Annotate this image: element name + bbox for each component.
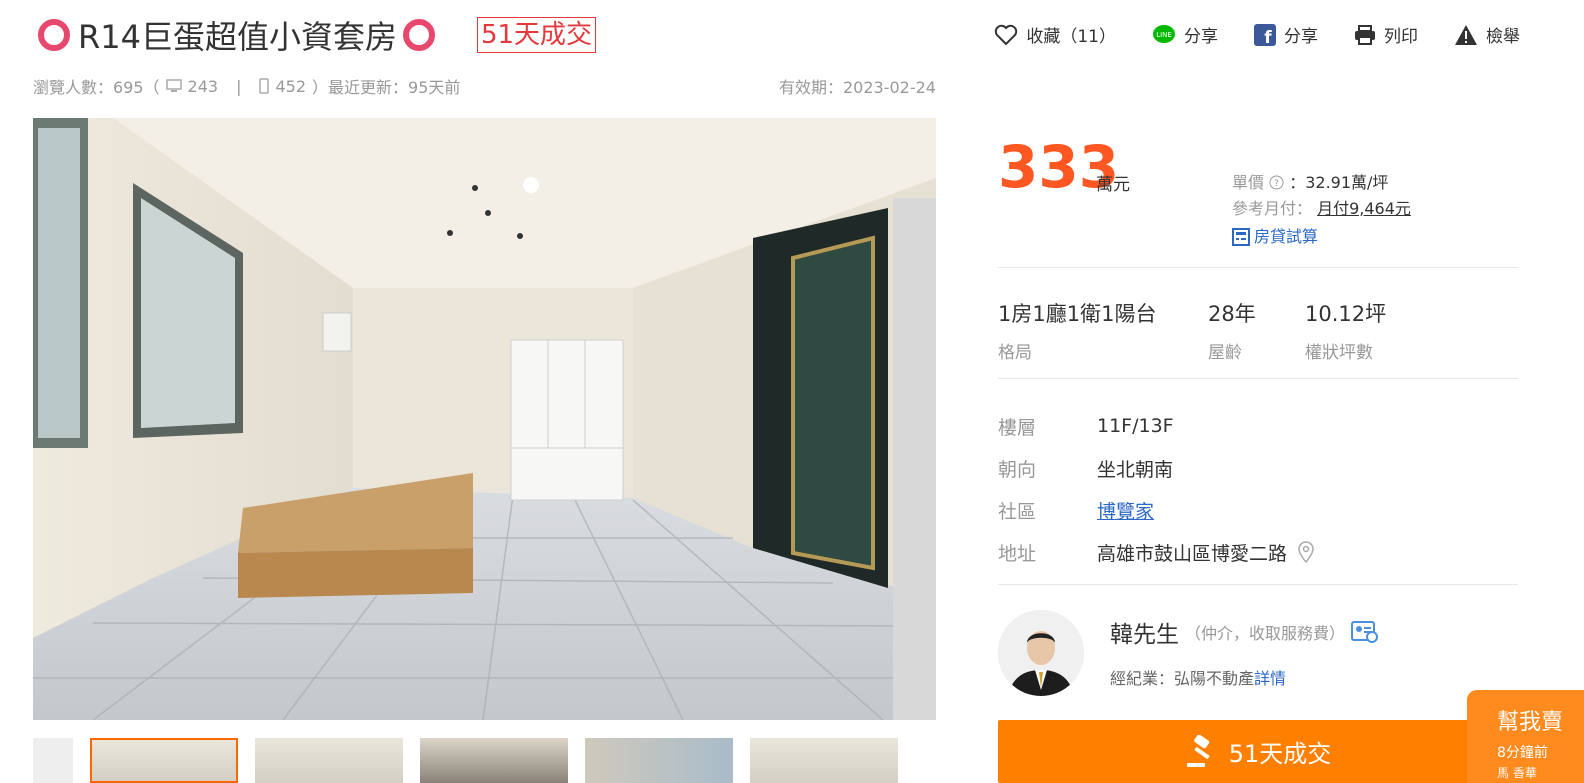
spec-key: 格局 <box>998 343 1032 363</box>
room-photo <box>33 118 936 720</box>
title-row: R14巨蛋超值小資套房 51天成交 <box>36 14 597 56</box>
svg-text:f: f <box>1264 28 1272 46</box>
price-unit: 萬元 <box>1096 175 1130 195</box>
valid-until: 有效期：2023-02-24 <box>779 78 936 97</box>
thumbnail-strip <box>33 738 936 783</box>
circle-icon <box>38 19 70 51</box>
heart-icon <box>995 24 1018 45</box>
spec-age: 28年 屋齡 <box>1208 298 1256 363</box>
report-label: 檢舉 <box>1486 27 1520 47</box>
detail-address: 地址 高雄市鼓山區博愛二路 <box>998 531 1518 573</box>
spec-layout: 1房1廳1衛1陽台 格局 <box>998 298 1156 363</box>
thumbnail[interactable] <box>255 738 403 783</box>
stats-row: 瀏覽人數：695（ 243 | 452 ）最近更新：95天前 有效期：2023-… <box>33 74 936 98</box>
report-button[interactable]: 檢舉 <box>1454 22 1520 47</box>
sold-badge: 51天成交 <box>476 17 597 53</box>
detail-community: 社區 博覽家 <box>998 489 1518 531</box>
last-updated: ）最近更新：95天前 <box>312 78 461 97</box>
details-block: 樓層 11F/13F 朝向 坐北朝南 社區 博覽家 地址 高雄市鼓山區博愛二路 <box>998 379 1518 585</box>
help-icon[interactable]: ? <box>1269 175 1284 190</box>
agent-company: 經紀業：弘陽不動產詳情 <box>1110 665 1286 689</box>
sell-for-me-tab[interactable]: 幫我賣 8分鐘前 馬 香華 <box>1467 690 1584 783</box>
detail-key: 朝向 <box>998 458 1037 481</box>
mobile-icon <box>259 78 270 94</box>
specs-block: 1房1廳1衛1陽台 格局 28年 屋齡 10.12坪 權狀坪數 <box>998 268 1518 379</box>
spec-key: 權狀坪數 <box>1305 343 1373 363</box>
view-count: 瀏覽人數：695（ <box>33 78 160 97</box>
fb-share-label: 分享 <box>1284 27 1318 47</box>
mobile-count: 452 <box>275 76 307 96</box>
spec-value: 1房1廳1衛1陽台 <box>998 302 1157 326</box>
sell-tab-title: 幫我賣 <box>1497 710 1564 735</box>
monthly-payment-link[interactable]: 月付9,464元 <box>1317 199 1411 218</box>
line-share-label: 分享 <box>1184 27 1218 47</box>
agent-block: 韓先生 （仲介，收取服務費） 經紀業：弘陽不動產詳情 <box>998 585 1518 719</box>
detail-key: 社區 <box>998 500 1037 523</box>
unit-price-value: ：32.91萬/坪 <box>1289 173 1389 192</box>
agent-role: （仲介，收取服務費） <box>1185 624 1346 643</box>
agent-name: 韓先生 <box>1110 622 1179 648</box>
price-block: 333 萬元 單價 ? ：32.91萬/坪 參考月付： 月付9,464元 房貸試… <box>998 118 1518 268</box>
detail-value: 坐北朝南 <box>1097 458 1174 481</box>
sold-button[interactable]: 51天成交 <box>998 720 1518 783</box>
price-info: 單價 ? ：32.91萬/坪 參考月付： 月付9,464元 房貸試算 <box>1232 170 1411 250</box>
thumbnail[interactable] <box>90 738 238 783</box>
detail-panel: 333 萬元 單價 ? ：32.91萬/坪 參考月付： 月付9,464元 房貸試… <box>998 118 1518 719</box>
loan-calculator-link[interactable]: 房貸試算 <box>1232 224 1411 250</box>
id-card-icon[interactable] <box>1351 620 1379 644</box>
sell-tab-time: 8分鐘前 <box>1497 745 1548 761</box>
fb-share-button[interactable]: f 分享 <box>1254 22 1318 47</box>
line-icon: LINE <box>1153 24 1175 43</box>
detail-key: 樓層 <box>998 416 1037 439</box>
favorite-label: 收藏（11） <box>1026 27 1116 47</box>
calculator-icon <box>1232 228 1250 246</box>
detail-key: 地址 <box>998 542 1037 565</box>
main-photo[interactable] <box>33 118 936 720</box>
desktop-count: 243 <box>187 76 219 96</box>
stats-separator: | <box>236 76 242 96</box>
spec-value: 10.12坪 <box>1305 302 1387 326</box>
community-link[interactable]: 博覽家 <box>1097 497 1154 524</box>
thumbnail[interactable] <box>750 738 898 783</box>
page-title: R14巨蛋超值小資套房 <box>78 18 397 56</box>
print-button[interactable]: 列印 <box>1354 22 1418 47</box>
sell-tab-text: 馬 香華 <box>1497 766 1537 780</box>
detail-value: 11F/13F <box>1097 415 1174 437</box>
line-share-button[interactable]: LINE 分享 <box>1152 22 1218 47</box>
print-label: 列印 <box>1384 27 1418 47</box>
detail-orientation: 朝向 坐北朝南 <box>998 447 1518 489</box>
spec-area: 10.12坪 權狀坪數 <box>1305 298 1386 363</box>
thumbnail-prev[interactable] <box>33 738 73 783</box>
warning-icon <box>1455 24 1477 45</box>
address-value: 高雄市鼓山區博愛二路 <box>1097 542 1288 565</box>
loan-calculator-label: 房貸試算 <box>1254 227 1319 246</box>
agent-company-name: 經紀業：弘陽不動產 <box>1110 669 1255 688</box>
svg-text:LINE: LINE <box>1156 31 1172 39</box>
printer-icon <box>1355 24 1375 45</box>
agent-name-row: 韓先生 （仲介，收取服務費） <box>1110 615 1379 649</box>
thumbnail[interactable] <box>585 738 733 783</box>
agent-avatar[interactable] <box>998 610 1084 696</box>
svg-text:?: ? <box>1274 179 1279 189</box>
thumbnail[interactable] <box>420 738 568 783</box>
circle-icon <box>402 19 435 51</box>
monthly-label: 參考月付： <box>1232 199 1313 218</box>
desktop-icon <box>165 79 182 92</box>
map-pin-icon[interactable] <box>1297 541 1315 563</box>
action-bar: 收藏（11） LINE 分享 f 分享 列印 檢舉 <box>994 22 1520 47</box>
agent-details-link[interactable]: 詳情 <box>1254 669 1286 688</box>
detail-floor: 樓層 11F/13F <box>998 405 1518 447</box>
facebook-icon: f <box>1254 23 1276 46</box>
favorite-button[interactable]: 收藏（11） <box>994 22 1116 47</box>
sold-button-label: 51天成交 <box>1228 740 1332 768</box>
spec-key: 屋齡 <box>1208 343 1242 363</box>
unit-price-label: 單價 <box>1232 173 1265 192</box>
spec-value: 28年 <box>1208 302 1256 326</box>
gavel-icon <box>1186 734 1210 767</box>
